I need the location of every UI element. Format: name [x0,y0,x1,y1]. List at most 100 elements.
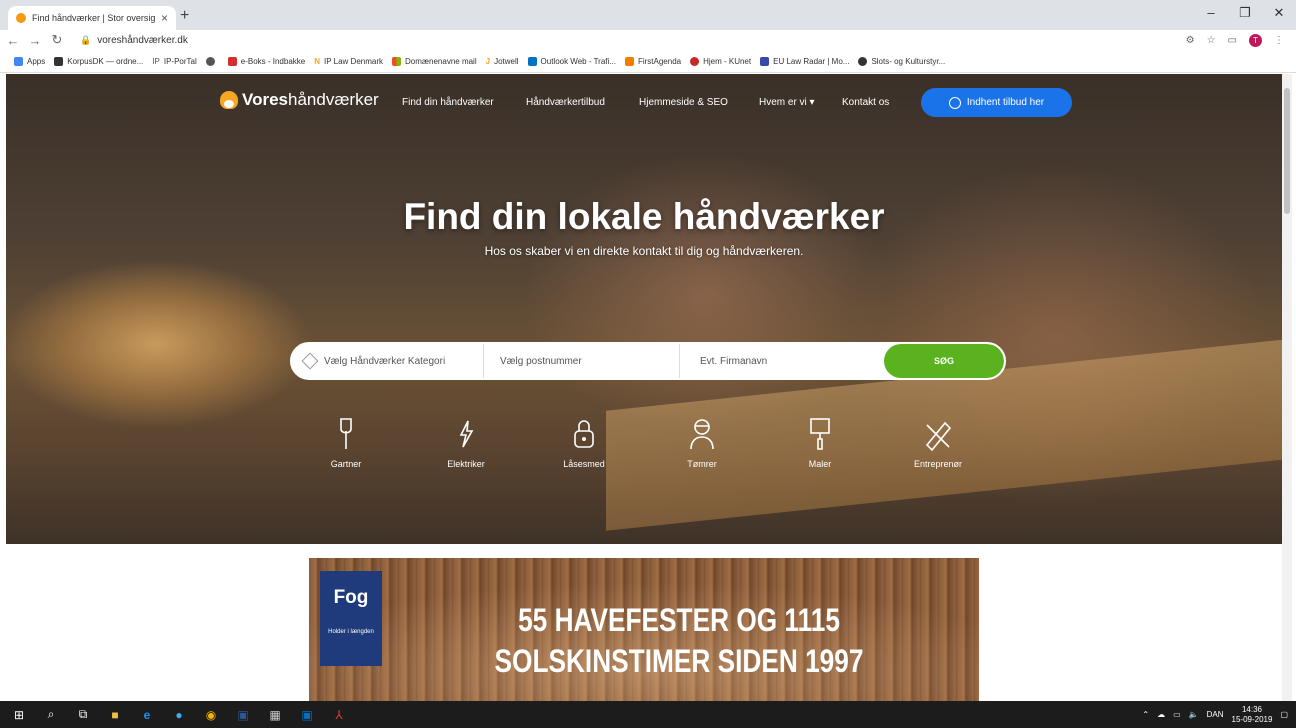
new-tab-icon[interactable]: + [180,7,189,25]
pencil-ruler-icon [925,421,952,451]
onedrive-icon[interactable]: ☁ [1157,710,1165,719]
back-icon[interactable]: ← [4,33,22,48]
eboks-icon [227,57,237,66]
word-icon[interactable]: ▣ [230,706,256,724]
nav-haandvaerkertilbud[interactable]: Håndværkertilbud [526,97,605,108]
kunet-icon [690,57,700,66]
web-page: Vores håndværker Find din håndværker Hånd… [0,74,1296,701]
minimize-icon[interactable]: – [1194,0,1228,26]
address-bar: ← → ↻ 🔒 voreshåndværker.dk ⚙ ☆ ▭ T ⋮ [0,30,1296,50]
bookmark-domain-mail[interactable]: Domænenavne mail [392,57,477,66]
file-explorer-icon[interactable]: ■ [102,706,128,724]
tray-expand-icon[interactable]: ⌃ [1142,710,1149,719]
profile-avatar[interactable]: T [1249,33,1262,47]
bookmark-outlook[interactable]: Outlook Web - Trafi... [527,57,616,66]
search-icon[interactable]: ⌕ [38,706,64,724]
notifications-icon[interactable]: ▢ [1280,710,1288,719]
star-icon[interactable]: ☆ [1207,35,1216,46]
acrobat-icon[interactable]: ⅄ [326,706,352,724]
skype-icon[interactable]: ● [166,706,192,724]
extension-icon[interactable]: ▭ [1228,35,1237,46]
bookmark-eboks[interactable]: e-Boks - Indbakke [227,57,305,66]
apps-icon [14,57,23,66]
outlook-icon [527,57,537,66]
window-controls: – ❐ ✕ [1194,0,1296,26]
paint-roller-icon [810,418,830,450]
bookmark-kunet[interactable]: Hjem - KUnet [690,57,751,66]
search-bar: Vælg Håndværker Kategori Vælg postnummer… [290,342,1006,380]
bookmark-globe[interactable] [205,57,219,66]
task-view-icon[interactable]: ⧉ [70,706,96,724]
menu-icon[interactable]: ⋮ [1274,35,1284,46]
page-scrollbar[interactable] [1282,74,1292,701]
slots-icon [858,57,868,66]
network-icon[interactable]: ▭ [1173,710,1181,719]
fog-logo: Fog Holder i længden [320,571,382,666]
hero-title: Find din lokale håndværker [403,196,885,237]
bookmark-jotwell[interactable]: J Jotwell [486,57,519,66]
translate-icon[interactable]: ⚙ [1186,35,1195,46]
nav-kontakt-os[interactable]: Kontakt os [842,97,889,108]
company-name-input[interactable]: Evt. Firmanavn [680,344,880,378]
close-window-icon[interactable]: ✕ [1262,0,1296,26]
site-favicon-icon [16,13,26,23]
site-logo[interactable]: Vores håndværker [220,90,379,110]
close-tab-icon[interactable]: × [161,11,168,25]
category-laasesmed[interactable]: Låsesmed [544,417,624,469]
reload-icon[interactable]: ↻ [48,32,66,48]
n-icon: N [314,57,321,66]
chrome-icon[interactable]: ◉ [198,706,224,724]
search-button[interactable]: SØG [884,344,1004,378]
language-indicator[interactable]: DAN [1207,710,1224,719]
forward-icon[interactable]: → [26,33,44,48]
microsoft-icon [392,57,402,66]
category-select[interactable]: Vælg Håndværker Kategori [292,344,484,378]
bookmarks-bar: Apps KorpusDK — ordne... IP IP-PorTal e-B… [0,51,1296,73]
bookmark-korpusdk[interactable]: KorpusDK — ordne... [54,57,143,66]
eu-law-icon [760,57,770,66]
browser-tab-bar: Find håndværker | Stor oversigt o × + – … [0,0,1296,30]
hero-section: Vores håndværker Find din håndværker Hånd… [6,74,1282,544]
outlook-taskbar-icon[interactable]: ▣ [294,706,320,724]
lock-icon[interactable]: 🔒 [80,35,91,46]
get-quote-button[interactable]: Indhent tilbud her [921,88,1072,117]
url-field[interactable]: voreshåndværker.dk [97,35,188,46]
clock[interactable]: 14:36 15-09-2019 [1232,705,1273,725]
globe-icon [205,57,215,66]
maximize-icon[interactable]: ❐ [1228,0,1262,26]
category-elektriker[interactable]: Elektriker [426,417,506,469]
shovel-icon [340,418,352,449]
bookmark-ip-portal[interactable]: IP IP-PorTal [152,57,196,66]
edge-icon[interactable]: e [134,706,160,724]
tab-title: Find håndværker | Stor oversigt o [32,13,155,23]
j-icon: J [485,57,491,66]
nav-hjemmeside-seo[interactable]: Hjemmeside & SEO [639,97,728,108]
start-icon[interactable]: ⊞ [6,706,32,724]
nav-hvem-er-vi[interactable]: Hvem er vi ▾ [759,97,815,108]
bookmark-ip-law[interactable]: N IP Law Denmark [314,57,383,66]
category-gartner[interactable]: Gartner [306,417,386,469]
volume-icon[interactable]: 🔈 [1189,710,1199,719]
category-entreprenoer[interactable]: Entreprenør [898,417,978,469]
calculator-icon[interactable]: ▦ [262,706,288,724]
category-maler[interactable]: Maler [780,417,860,469]
browser-tab[interactable]: Find håndværker | Stor oversigt o × [8,6,176,30]
layers-icon [301,352,319,370]
bookmark-apps[interactable]: Apps [14,57,45,66]
smiley-icon [948,96,961,109]
bookmark-slots[interactable]: Slots- og Kulturstyr... [858,57,945,66]
firstagenda-icon [624,57,634,66]
padlock-icon [574,420,594,448]
scrollbar-thumb[interactable] [1284,88,1290,214]
ad-banner[interactable]: Fog Holder i længden 55 HAVEFESTER OG 11… [309,558,979,701]
ip-icon: IP [152,57,160,66]
category-toemrer[interactable]: Tømrer [662,417,742,469]
lightning-icon [459,420,474,448]
windows-taskbar: ⊞ ⌕ ⧉ ■ e ● ◉ ▣ ▦ ▣ ⅄ ⌃ ☁ ▭ 🔈 DAN 14:36 1… [0,701,1296,728]
bookmark-firstagenda[interactable]: FirstAgenda [624,57,681,66]
korpus-icon [54,57,64,66]
system-tray: ⌃ ☁ ▭ 🔈 DAN 14:36 15-09-2019 ▢ [1142,701,1288,728]
nav-find-haandvaerker[interactable]: Find din håndværker [402,97,494,108]
postal-code-select[interactable]: Vælg postnummer [484,344,680,378]
bookmark-eu-law[interactable]: EU Law Radar | Mo... [760,57,849,66]
